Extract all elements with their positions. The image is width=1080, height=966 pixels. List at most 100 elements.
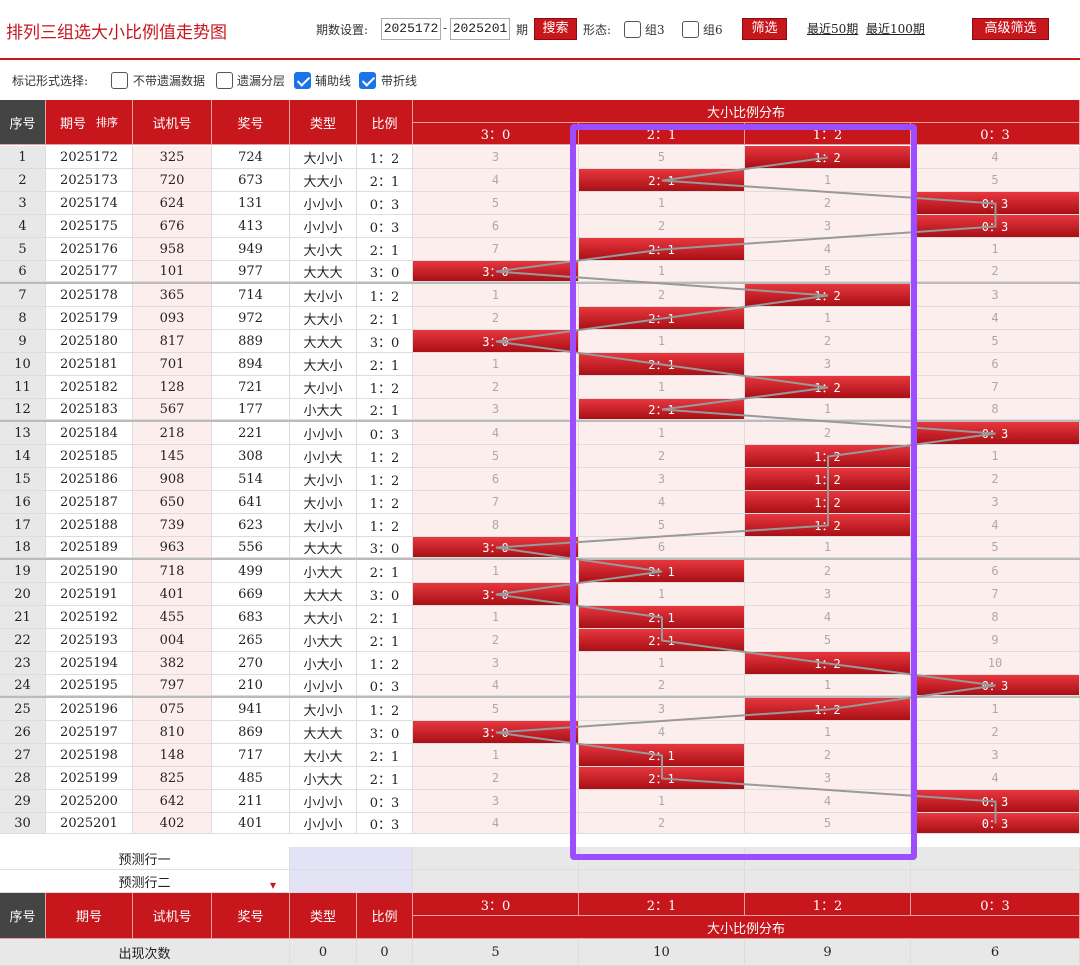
dist-miss-cell: 4	[745, 238, 911, 261]
dist-miss-cell: 3	[579, 468, 745, 491]
table-row-type: 大大大	[290, 330, 357, 353]
table-row-period: 2025199	[46, 767, 133, 790]
table-row-type: 大小小	[290, 468, 357, 491]
guide-line-checkbox[interactable]	[294, 72, 311, 89]
dist-miss-cell: 3	[413, 146, 579, 169]
dist-miss-cell: 1	[579, 652, 745, 675]
no-missing-data-label: 不带遗漏数据	[133, 74, 206, 88]
trial-footer-header: 试机号	[133, 893, 212, 939]
arrow-down-icon[interactable]: ▾	[270, 878, 276, 892]
dist-miss-cell: 1	[413, 284, 579, 307]
table-row-award: 514	[212, 468, 290, 491]
predict-row-2-dist[interactable]	[911, 870, 1080, 893]
predict-row-1-label[interactable]: 预测行一	[0, 847, 290, 870]
dist-hit-cell: 3：0	[413, 537, 579, 558]
table-row-seq: 30	[0, 813, 46, 834]
dist-miss-cell: 2	[413, 376, 579, 399]
table-row-trial: 401	[133, 583, 212, 606]
table-row-period: 2025180	[46, 330, 133, 353]
predict-row-1-dist[interactable]	[745, 847, 911, 870]
table-row-award: 949	[212, 238, 290, 261]
table-row-period: 2025193	[46, 629, 133, 652]
dist-miss-cell: 4	[745, 606, 911, 629]
dist-count: 6	[911, 939, 1080, 966]
top-bar: 排列三组选大小比例值走势图 期数设置: 2025172 - 2025201 期 …	[0, 0, 1080, 60]
table-row-type: 大大大	[290, 583, 357, 606]
filter-button[interactable]: 筛选	[742, 18, 787, 40]
table-row-award: 308	[212, 445, 290, 468]
dist-miss-cell: 6	[413, 468, 579, 491]
predict-row-1-dist[interactable]	[911, 847, 1080, 870]
mark-options-bar: 标记形式选择: 不带遗漏数据 遗漏分层 辅助线 带折线	[0, 62, 1080, 98]
dist-col-header: 2：1	[579, 123, 745, 145]
dist-miss-cell: 3	[745, 353, 911, 376]
table-row-ratio: 1：2	[357, 468, 413, 491]
dist-miss-cell: 4	[579, 721, 745, 744]
dist-miss-cell: 4	[911, 146, 1080, 169]
table-row-ratio: 0：3	[357, 192, 413, 215]
table-row-trial: 624	[133, 192, 212, 215]
dist-miss-cell: 1	[579, 790, 745, 813]
dist-miss-cell: 10	[911, 652, 1080, 675]
dist-miss-cell: 8	[413, 514, 579, 537]
dist-miss-cell: 2	[745, 560, 911, 583]
seq-footer-header: 序号	[0, 893, 46, 939]
predict-row-2-dist[interactable]	[413, 870, 579, 893]
table-row-trial: 739	[133, 514, 212, 537]
predict-row-1-dist[interactable]	[579, 847, 745, 870]
predict-row-2-label[interactable]: 预测行二	[0, 870, 290, 893]
dist-hit-cell: 0：3	[911, 215, 1080, 238]
dist-hit-cell: 1：2	[745, 376, 911, 399]
dist-miss-cell: 3	[413, 399, 579, 420]
predict-row-2-dist[interactable]	[579, 870, 745, 893]
missing-layer-checkbox[interactable]	[216, 72, 233, 89]
table-row-period: 2025190	[46, 560, 133, 583]
table-row-trial: 718	[133, 560, 212, 583]
table-row-period: 2025195	[46, 675, 133, 696]
dist-hit-cell: 2：1	[579, 238, 745, 261]
table-row-trial: 650	[133, 491, 212, 514]
dist-hit-cell: 2：1	[579, 169, 745, 192]
table-row-seq: 12	[0, 399, 46, 420]
table-row-trial: 093	[133, 307, 212, 330]
predict-row-2-dist[interactable]	[745, 870, 911, 893]
recent-50-link[interactable]: 最近50期	[807, 20, 858, 37]
search-button[interactable]: 搜索	[534, 18, 577, 40]
no-missing-data-checkbox[interactable]	[111, 72, 128, 89]
dist-miss-cell: 5	[413, 192, 579, 215]
advanced-filter-button[interactable]: 高级筛选	[972, 18, 1049, 40]
table-row-award: 673	[212, 169, 290, 192]
table-row-trial: 145	[133, 445, 212, 468]
table-row-award: 889	[212, 330, 290, 353]
dist-hit-cell: 1：2	[745, 445, 911, 468]
table-row-period: 2025186	[46, 468, 133, 491]
table-row-period: 2025184	[46, 422, 133, 445]
dist-hit-cell: 3：0	[413, 330, 579, 353]
dist-miss-cell: 4	[911, 307, 1080, 330]
seq-header: 序号	[0, 100, 46, 145]
predict-row-1-dist[interactable]	[413, 847, 579, 870]
award-header: 奖号	[212, 100, 290, 145]
end-period-input[interactable]: 2025201	[450, 18, 510, 40]
group3-checkbox[interactable]	[624, 21, 641, 38]
start-period-input[interactable]: 2025172	[381, 18, 441, 40]
table-row-award: 177	[212, 399, 290, 420]
table-row-award: 894	[212, 353, 290, 376]
dist-miss-cell: 3	[911, 744, 1080, 767]
table-row-award: 977	[212, 261, 290, 282]
polyline-checkbox[interactable]	[359, 72, 376, 89]
table-row-seq: 22	[0, 629, 46, 652]
dist-miss-cell: 2	[579, 675, 745, 696]
table-row-period: 2025192	[46, 606, 133, 629]
dist-miss-cell: 1	[579, 261, 745, 282]
table-row-seq: 21	[0, 606, 46, 629]
table-row-trial: 817	[133, 330, 212, 353]
table-row-trial: 810	[133, 721, 212, 744]
table-row-ratio: 0：3	[357, 675, 413, 696]
group6-checkbox[interactable]	[682, 21, 699, 38]
sort-button[interactable]: 排序	[96, 114, 118, 130]
group-separator	[0, 558, 1080, 560]
table-row-seq: 10	[0, 353, 46, 376]
table-row-seq: 2	[0, 169, 46, 192]
recent-100-link[interactable]: 最近100期	[866, 20, 925, 37]
